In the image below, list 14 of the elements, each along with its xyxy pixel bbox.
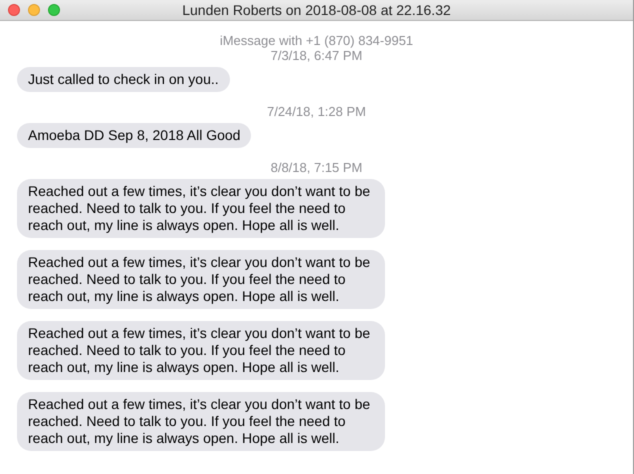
message-bubble: Reached out a few times, it’s clear you don’t want to be reached. Need to talk to you. If you feel the need to reach out, my line is always open. Hope all is well. [17,179,385,238]
close-button[interactable] [8,4,20,16]
message-bubble: Reached out a few times, it’s clear you don’t want to be reached. Need to talk to you. If you feel the need to reach out, my line is always open. Hope all is well. [17,392,385,451]
zoom-button[interactable] [48,4,60,16]
minimize-button[interactable] [28,4,40,16]
timestamp: 7/3/18, 6:47 PM [270,48,364,63]
window-title: Lunden Roberts on 2018-08-08 at 22.16.32 [182,0,451,20]
timestamp: 8/8/18, 7:15 PM [270,160,364,175]
timestamp: 7/24/18, 1:28 PM [266,104,367,119]
message-bubble: Reached out a few times, it’s clear you don’t want to be reached. Need to talk to you. If you feel the need to reach out, my line is always open. Hope all is well. [17,321,385,380]
conversation-header: iMessage with +1 (870) 834-9951 [218,33,414,48]
message-bubble: Amoeba DD Sep 8, 2018 All Good [17,123,252,148]
message-bubble: Reached out a few times, it’s clear you don’t want to be reached. Need to talk to you. If you feel the need to reach out, my line is always open. Hope all is well. [17,250,385,309]
message-bubble: Just called to check in on you.. [17,67,230,92]
